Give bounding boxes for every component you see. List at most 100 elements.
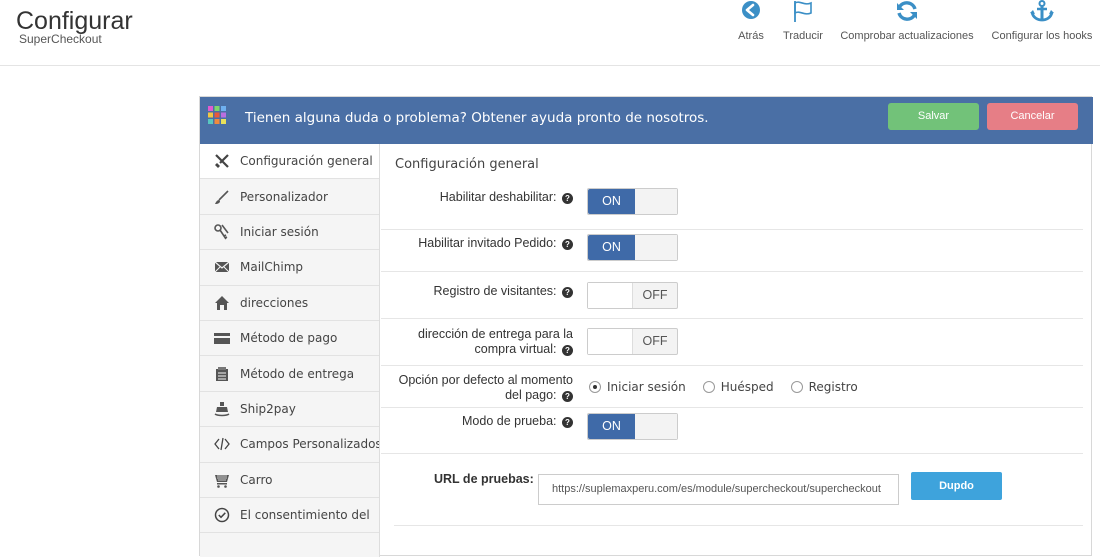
sidebar-item-payment[interactable]: Método de pago [200,321,379,357]
configure-hooks-button[interactable]: Configurar los hooks [988,0,1096,46]
test-url-row: URL de pruebas: https://suplemaxperu.com… [394,454,1083,526]
sidebar-item-label: Iniciar sesión [240,224,319,239]
radio-button[interactable] [790,381,803,393]
ship-icon [214,401,230,417]
page-subtitle: SuperCheckout [19,32,102,46]
help-icon[interactable]: ? [562,391,573,402]
refresh-icon [897,1,917,21]
test-mode-toggle[interactable]: ON [587,413,678,440]
setting-label: Registro de visitantes: ? [434,284,573,299]
help-icon[interactable]: ? [562,345,573,356]
setting-label-text: Habilitar deshabilitar: [439,190,557,204]
envelope-icon [214,259,230,275]
anchor-icon [1030,0,1054,22]
sidebar-item-login[interactable]: Iniciar sesión [200,215,379,251]
setting-label-text: Registro de visitantes: [433,284,557,298]
config-panel: Tienen alguna duda o problema? Obtener a… [199,96,1093,557]
translate-label: Traducir [783,30,823,42]
sidebar-item-mailchimp[interactable]: MailChimp [200,250,379,286]
help-icon[interactable]: ? [562,193,573,204]
setting-row-enable: Habilitar deshabilitar: ? ON [381,144,1083,228]
flag-icon [794,1,812,22]
sidebar-item-label: Campos Personalizados [240,437,379,452]
sidebar-item-label: MailChimp [240,260,303,275]
sidebar-item-ship2pay[interactable]: Ship2pay [200,392,379,428]
setting-row-visitor-registration: Registro de visitantes: ? OFF [381,272,1083,319]
setting-label-text: Opción por defecto al momento [398,373,573,387]
setting-label-text: Habilitar invitado Pedido: [418,236,557,250]
cart-icon [214,472,230,488]
radio-label: Registro [808,380,858,394]
radio-button[interactable] [702,381,715,393]
visitor-registration-toggle[interactable]: OFF [587,282,678,309]
sidebar-item-label: Configuración general [240,154,373,169]
sidebar-item-cart[interactable]: Carro [200,463,379,498]
sidebar-item-label: El consentimiento del [240,508,370,523]
sidebar-item-label: Personalizador [240,189,328,204]
configure-hooks-label: Configurar los hooks [991,30,1093,42]
help-icon[interactable]: ? [562,239,573,250]
sidebar-item-label: Carro [240,472,273,487]
back-label: Atrás [738,30,764,42]
sidebar-item-label: Método de entrega [240,366,355,381]
cancel-button[interactable]: Cancelar [987,103,1078,130]
help-banner: Tienen alguna duda o problema? Obtener a… [200,97,1093,144]
app-grid-logo-icon [208,106,226,124]
sidebar-item-addresses[interactable]: direcciones [200,286,379,321]
help-icon[interactable]: ? [562,287,573,298]
sidebar-item-label: direcciones [240,295,309,310]
tools-icon [214,153,230,169]
sidebar-item-customizer[interactable]: Personalizador [200,179,379,215]
setting-label-text: dirección de entrega para la [418,327,573,341]
toggle-knob [588,329,633,354]
sidebar-item-label: Ship2pay [240,401,296,416]
translate-button[interactable]: Traducir [779,0,827,46]
brush-icon [214,189,230,205]
save-button[interactable]: Salvar [888,103,979,130]
guest-order-toggle[interactable]: ON [587,234,678,261]
toggle-off-label: OFF [642,334,668,348]
toggle-off-label: OFF [642,288,668,302]
radio-label: Huésped [720,380,774,394]
toggle-on-label: ON [588,189,635,214]
toggle-track [635,235,677,260]
test-url-field[interactable]: https://suplemaxperu.com/es/module/super… [538,474,899,505]
home-icon [214,295,230,311]
back-button[interactable]: Atrás [733,0,769,46]
radio-register[interactable]: Registro [790,380,858,394]
setting-row-guest-order: Habilitar invitado Pedido: ? ON [381,230,1083,272]
radio-label: Iniciar sesión [607,380,686,394]
radio-login[interactable]: Iniciar sesión [589,380,686,394]
setting-label-text: del pago: [505,388,557,402]
virtual-delivery-toggle[interactable]: OFF [587,328,678,355]
check-updates-button[interactable]: Comprobar actualizaciones [836,0,978,46]
setting-label: Habilitar deshabilitar: ? [440,190,573,205]
radio-guest[interactable]: Huésped [702,380,774,394]
setting-label: dirección de entrega para la compra virtu… [418,327,573,357]
copy-button[interactable]: Dupdo [911,472,1002,500]
enable-toggle[interactable]: ON [587,188,678,215]
code-icon [214,436,230,452]
help-icon[interactable]: ? [562,417,573,428]
setting-row-default-option: Opción por defecto al momento del pago: ?… [381,366,1083,408]
back-circle-icon [742,1,760,19]
setting-label: Opción por defecto al momento del pago: ? [399,373,573,403]
toggle-track [635,189,677,214]
sidebar-item-shipping[interactable]: Método de entrega [200,356,379,392]
page-title: Configurar [16,7,133,35]
setting-label: Modo de prueba: ? [462,414,573,429]
setting-row-test-mode: Modo de prueba: ? ON [381,408,1083,454]
sidebar-item-consent[interactable]: El consentimiento del [200,498,379,534]
help-text[interactable]: Tienen alguna duda o problema? Obtener a… [245,110,709,126]
toggle-knob [588,283,633,308]
radio-button[interactable] [589,381,601,393]
sidebar-item-label: Método de pago [240,331,338,346]
setting-label: Habilitar invitado Pedido: ? [418,236,573,251]
setting-row-virtual-delivery: dirección de entrega para la compra virtu… [381,319,1083,366]
settings-content: Configuración general Habilitar deshabil… [381,144,1093,557]
setting-label-text: compra virtual: [474,342,557,356]
keys-icon [214,224,230,240]
check-circle-icon [214,507,230,523]
sidebar-item-custom-fields[interactable]: Campos Personalizados [200,427,379,463]
sidebar-item-general[interactable]: Configuración general [200,144,379,180]
